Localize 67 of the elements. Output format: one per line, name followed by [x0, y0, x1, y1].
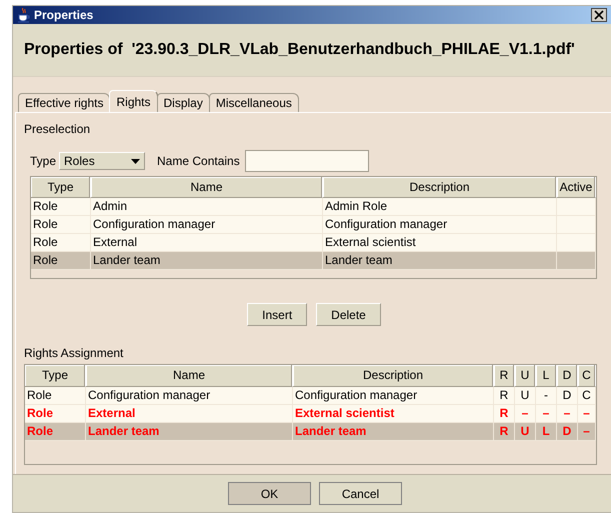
column-header[interactable]: Name — [91, 177, 323, 198]
section-label: Rights Assignment — [24, 346, 124, 360]
right-cell: R — [494, 405, 515, 423]
column-header[interactable]: Type — [31, 177, 91, 198]
column-header[interactable]: U — [515, 365, 536, 387]
column-header[interactable]: Active — [557, 177, 596, 198]
tab[interactable]: Rights — [109, 90, 158, 112]
window-title: Properties — [34, 8, 94, 22]
caret-icon — [131, 158, 140, 164]
column-header[interactable]: L — [536, 365, 557, 387]
coffee-cup-icon — [17, 8, 30, 22]
action-button[interactable]: Insert — [247, 303, 308, 326]
tab[interactable]: Effective rights — [18, 93, 110, 112]
close-button[interactable] — [591, 8, 607, 22]
type-dropdown[interactable]: Roles — [59, 152, 146, 170]
section-label: Preselection — [24, 122, 92, 136]
column-header[interactable]: R — [494, 365, 515, 387]
table-cell: Role — [31, 252, 91, 270]
column-header[interactable]: C — [578, 365, 596, 387]
right-cell: U — [515, 387, 536, 405]
table-cell: Configuration manager — [86, 387, 293, 405]
right-cell: R — [494, 387, 515, 405]
column-header[interactable]: Type — [25, 365, 86, 387]
table-cell: External scientist — [323, 234, 557, 252]
right-cell: – — [515, 405, 536, 423]
table-cell: Admin Role — [323, 198, 557, 216]
table-cell: External — [91, 234, 323, 252]
table-cell: Role — [31, 198, 91, 216]
table-cell: Lander team — [293, 423, 494, 441]
column-header[interactable]: D — [557, 365, 578, 387]
right-cell: – — [536, 405, 557, 423]
tab[interactable]: Miscellaneous — [208, 93, 299, 112]
table-cell: External scientist — [293, 405, 494, 423]
table-cell: Role — [25, 423, 86, 441]
column-header[interactable]: Description — [323, 177, 557, 198]
dialog-button[interactable]: OK — [228, 482, 311, 505]
right-cell: - — [536, 387, 557, 405]
right-cell: – — [557, 405, 578, 423]
field-label: Name Contains — [157, 154, 240, 168]
right-cell: C — [578, 387, 596, 405]
table-cell: Lander team — [91, 252, 323, 270]
dialog-button[interactable]: Cancel — [319, 482, 402, 505]
right-cell: – — [578, 423, 596, 441]
right-cell: R — [494, 423, 515, 441]
right-cell: D — [557, 387, 578, 405]
column-header[interactable]: Name — [86, 365, 293, 387]
table-cell: Admin — [91, 198, 323, 216]
table-cell: Lander team — [323, 252, 557, 270]
table-cell: Role — [25, 405, 86, 423]
right-cell: U — [515, 423, 536, 441]
action-button[interactable]: Delete — [316, 303, 381, 326]
right-cell: – — [578, 405, 596, 423]
dialog-heading: Properties of '23.90.3_DLR_VLab_Benutzerhandbuch_PHILAE_V1.1.pdf' — [24, 41, 575, 59]
right-cell: L — [536, 423, 557, 441]
field-label: Type — [30, 154, 56, 168]
right-cell: D — [557, 423, 578, 441]
column-header[interactable]: Description — [293, 365, 494, 387]
table-cell: Role — [31, 234, 91, 252]
table-cell: Role — [31, 216, 91, 234]
tab[interactable]: Display — [156, 93, 210, 112]
name-filter-field[interactable] — [244, 150, 369, 172]
table-cell: Lander team — [86, 423, 293, 441]
table-cell: Configuration manager — [293, 387, 494, 405]
table-cell: External — [86, 405, 293, 423]
table-cell: Role — [25, 387, 86, 405]
table-cell: Configuration manager — [91, 216, 323, 234]
table-cell: Configuration manager — [323, 216, 557, 234]
